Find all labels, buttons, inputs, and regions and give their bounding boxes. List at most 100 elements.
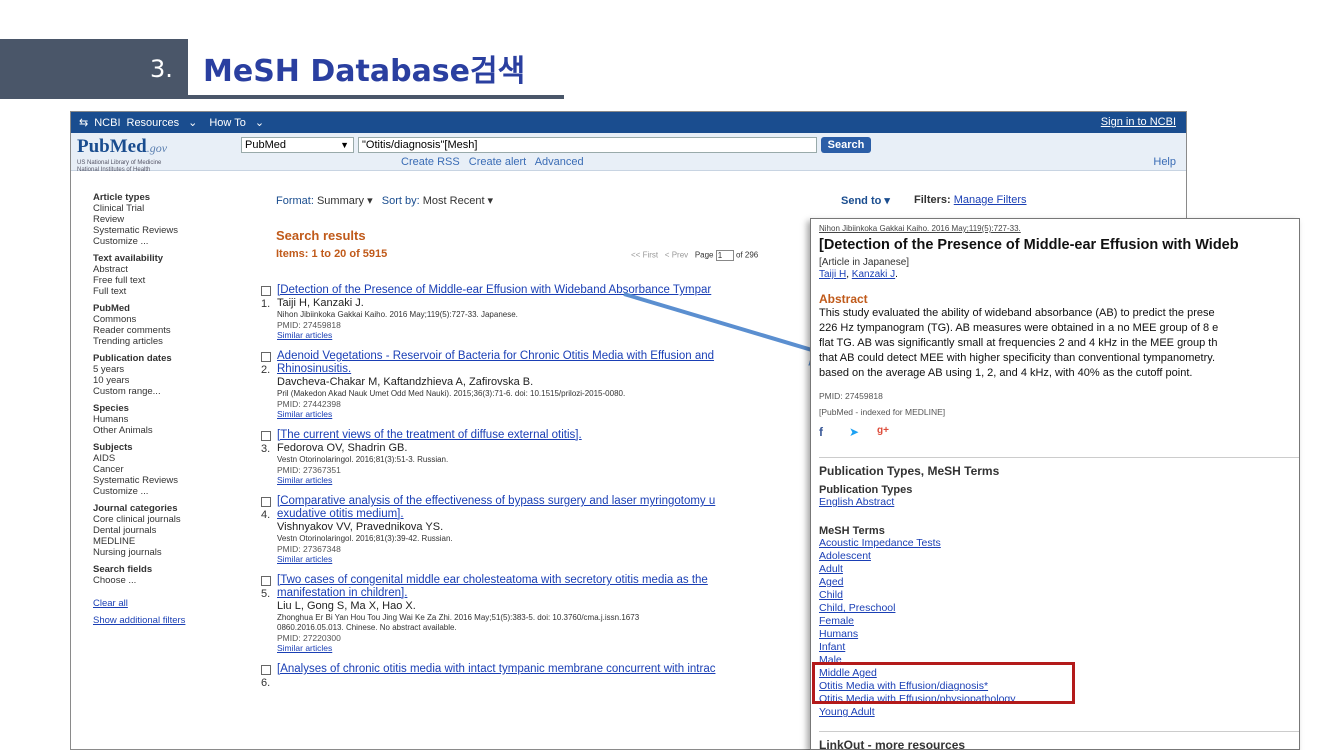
abstract-heading: Abstract	[819, 292, 868, 306]
result-number: 6.	[261, 677, 271, 689]
filter-item[interactable]: Custom range...	[93, 386, 243, 397]
mesh-term-link[interactable]: Adolescent	[819, 550, 1299, 563]
result-journal: Pril (Makedon Akad Nauk Umet Odd Med Nau…	[277, 389, 626, 398]
result-title-link-cont[interactable]: Rhinosinusitis.	[277, 363, 821, 376]
mesh-term-link[interactable]: Child	[819, 589, 1299, 602]
filter-item[interactable]: Other Animals	[93, 425, 243, 436]
result-checkbox[interactable]	[261, 497, 271, 507]
facebook-icon[interactable]: f	[819, 425, 823, 439]
filter-item[interactable]: Review	[93, 214, 243, 225]
filter-item[interactable]: Clinical Trial	[93, 203, 243, 214]
result-title-link[interactable]: Adenoid Vegetations - Reservoir of Bacte…	[277, 350, 821, 363]
filter-item[interactable]: Trending articles	[93, 336, 243, 347]
popup-indexed: [PubMed - indexed for MEDLINE]	[819, 407, 946, 417]
mesh-term-link[interactable]: Child, Preschool	[819, 602, 1299, 615]
clear-all-link[interactable]: Clear all	[93, 598, 243, 609]
filter-item[interactable]: Customize ...	[93, 236, 243, 247]
filter-item[interactable]: AIDS	[93, 453, 243, 464]
ncbi-link[interactable]: NCBI	[94, 117, 120, 129]
result-title-link[interactable]: [Analyses of chronic otitis media with i…	[277, 663, 821, 676]
filter-item[interactable]: Commons	[93, 314, 243, 325]
result-checkbox[interactable]	[261, 576, 271, 586]
result-authors: Fedorova OV, Shadrin GB.	[277, 442, 408, 454]
search-bar-area: PubMed.gov US National Library of Medici…	[71, 133, 1186, 173]
resources-menu[interactable]: Resources ⌄	[127, 116, 204, 129]
filter-group: Article types Clinical Trial Review Systema…	[93, 192, 243, 247]
create-alert-link[interactable]: Create alert	[469, 156, 526, 168]
result-checkbox[interactable]	[261, 352, 271, 362]
mesh-term-link[interactable]: Aged	[819, 576, 1299, 589]
filter-item[interactable]: MEDLINE	[93, 536, 243, 547]
send-to-menu[interactable]: Send to ▾	[841, 194, 890, 207]
format-dropdown[interactable]: Summary	[317, 195, 364, 207]
result-number: 1.	[261, 298, 271, 310]
result-checkbox[interactable]	[261, 431, 271, 441]
similar-articles-link[interactable]: Similar articles	[277, 643, 821, 653]
filter-item[interactable]: Core clinical journals	[93, 514, 243, 525]
filter-group-heading: Species	[93, 403, 129, 414]
author-link[interactable]: Kanzaki J	[852, 269, 895, 280]
result-title-link[interactable]: [Detection of the Presence of Middle-ear…	[277, 284, 821, 297]
filter-item[interactable]: 5 years	[93, 364, 243, 375]
abstract-text: This study evaluated the ability of wide…	[819, 306, 1299, 381]
sort-dropdown[interactable]: Most Recent	[423, 195, 485, 207]
create-rss-link[interactable]: Create RSS	[401, 156, 460, 168]
filter-item[interactable]: Reader comments	[93, 325, 243, 336]
similar-articles-link[interactable]: Similar articles	[277, 409, 821, 419]
author-link[interactable]: Taiji H	[819, 269, 846, 280]
show-additional-filters-link[interactable]: Show additional filters	[93, 615, 243, 626]
mesh-term-link[interactable]: Acoustic Impedance Tests	[819, 537, 1299, 550]
format-label: Format:	[276, 195, 314, 207]
logo-text: PubMed	[77, 136, 147, 157]
mesh-term-link[interactable]: Female	[819, 615, 1299, 628]
result-title-link-cont[interactable]: exudative otitis medium].	[277, 508, 821, 521]
result-title-link-cont[interactable]: manifestation in children].	[277, 587, 821, 600]
slide-title-underline	[188, 95, 564, 99]
result-title-link[interactable]: [The current views of the treatment of d…	[277, 429, 821, 442]
filter-item[interactable]: Full text	[93, 286, 243, 297]
help-link[interactable]: Help	[1153, 156, 1176, 168]
filter-item[interactable]: 10 years	[93, 375, 243, 386]
mesh-term-link[interactable]: Adult	[819, 563, 1299, 576]
popup-citation[interactable]: Nihon Jibiinkoka Gakkai Kaiho. 2016 May;…	[819, 224, 1299, 233]
howto-menu[interactable]: How To ⌄	[209, 116, 270, 129]
filter-group: Species Humans Other Animals	[93, 403, 243, 436]
search-input[interactable]: "Otitis/diagnosis"[Mesh]	[358, 137, 817, 153]
filter-item[interactable]: Nursing journals	[93, 547, 243, 558]
sign-in-link[interactable]: Sign in to NCBI	[1101, 116, 1176, 128]
search-button[interactable]: Search	[821, 137, 871, 153]
result-title-link[interactable]: [Two cases of congenital middle ear chol…	[277, 574, 821, 587]
mesh-term-link[interactable]: Infant	[819, 641, 1299, 654]
similar-articles-link[interactable]: Similar articles	[277, 475, 821, 485]
filter-item[interactable]: Abstract	[93, 264, 243, 275]
divider	[819, 731, 1299, 732]
page-input[interactable]: 1	[715, 250, 734, 261]
mesh-term-link[interactable]: Humans	[819, 628, 1299, 641]
filter-item[interactable]: Dental journals	[93, 525, 243, 536]
first-page-link[interactable]: << First	[631, 251, 658, 260]
filter-item[interactable]: Customize ...	[93, 486, 243, 497]
result-checkbox[interactable]	[261, 286, 271, 296]
database-select[interactable]: PubMed ▼	[241, 137, 354, 153]
publication-type-link[interactable]: English Abstract	[819, 496, 1299, 509]
pubmed-logo[interactable]: PubMed.gov	[77, 136, 167, 158]
filter-group-heading: Subjects	[93, 442, 133, 453]
result-checkbox[interactable]	[261, 665, 271, 675]
result-title-link[interactable]: [Comparative analysis of the effectivene…	[277, 495, 821, 508]
similar-articles-link[interactable]: Similar articles	[277, 554, 821, 564]
filter-item[interactable]: Systematic Reviews	[93, 225, 243, 236]
format-sort-bar: Format: Summary ▾ Sort by: Most Recent ▾	[276, 195, 494, 207]
mesh-term-link[interactable]: Young Adult	[819, 706, 1299, 719]
twitter-icon[interactable]: ➤	[849, 425, 859, 439]
filter-group-heading: PubMed	[93, 303, 130, 314]
filter-item[interactable]: Systematic Reviews	[93, 475, 243, 486]
filter-item[interactable]: Choose ...	[93, 575, 243, 586]
advanced-link[interactable]: Advanced	[535, 156, 584, 168]
prev-page-link[interactable]: < Prev	[665, 251, 688, 260]
filter-item[interactable]: Free full text	[93, 275, 243, 286]
filter-item[interactable]: Humans	[93, 414, 243, 425]
google-plus-icon[interactable]: g+	[877, 425, 889, 436]
manage-filters-link[interactable]: Manage Filters	[954, 194, 1027, 206]
similar-articles-link[interactable]: Similar articles	[277, 330, 821, 340]
filter-item[interactable]: Cancer	[93, 464, 243, 475]
